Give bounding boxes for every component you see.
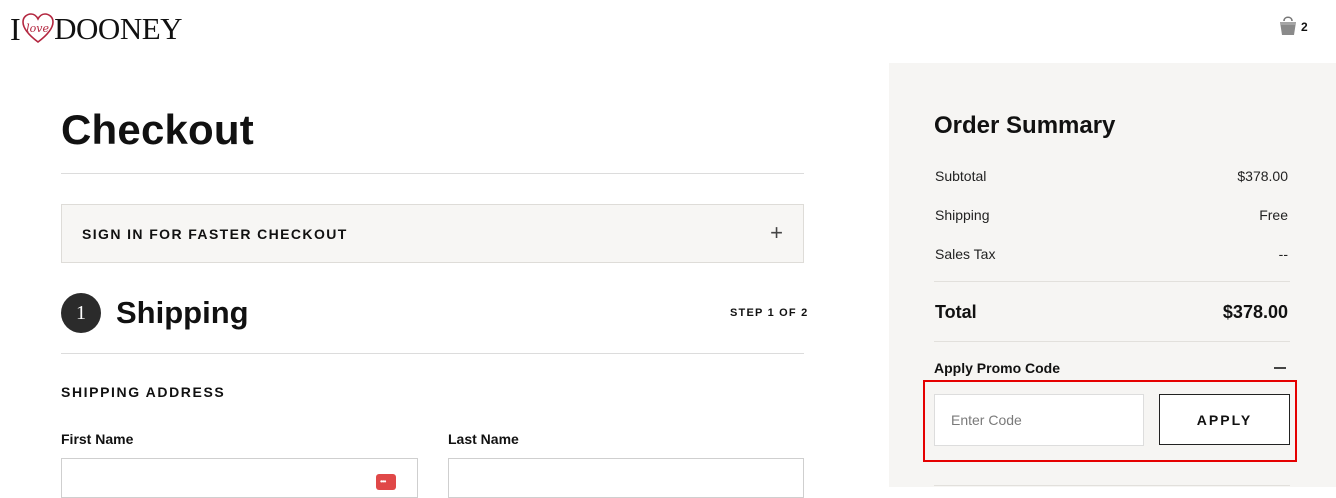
- shipping-divider: [61, 353, 804, 354]
- logo-wordmark: DOONEY: [54, 11, 183, 46]
- heart-icon: love: [21, 12, 55, 46]
- promo-code-input[interactable]: [934, 394, 1144, 446]
- sales-tax-label: Sales Tax: [935, 246, 996, 262]
- autofill-contact-icon[interactable]: •••: [376, 474, 396, 490]
- last-name-field[interactable]: [448, 458, 804, 498]
- subtotal-label: Subtotal: [935, 168, 987, 184]
- logo-heart-text: love: [26, 22, 50, 35]
- shipping-cost-label: Shipping: [935, 207, 990, 223]
- signin-accordion[interactable]: SIGN IN FOR FASTER CHECKOUT +: [61, 204, 804, 263]
- shipping-cost-value: Free: [1259, 207, 1288, 223]
- step-indicator: STEP 1 OF 2: [730, 307, 809, 319]
- brand-logo[interactable]: I love DOONEY: [10, 10, 183, 47]
- shipping-address-heading: SHIPPING ADDRESS: [61, 384, 226, 400]
- promo-divider: [934, 485, 1290, 486]
- shipping-section-title: Shipping: [116, 295, 249, 330]
- title-divider: [61, 173, 804, 174]
- total-label: Total: [935, 302, 977, 322]
- minus-icon[interactable]: [1274, 367, 1286, 369]
- signin-accordion-label: SIGN IN FOR FASTER CHECKOUT: [82, 226, 348, 242]
- page-title: Checkout: [61, 106, 254, 153]
- first-name-field[interactable]: [61, 458, 418, 498]
- plus-icon[interactable]: +: [770, 222, 783, 244]
- total-value: $378.00: [1222, 302, 1288, 322]
- apply-promo-button[interactable]: APPLY: [1159, 394, 1290, 445]
- total-divider: [934, 341, 1290, 342]
- logo-prefix: I: [10, 10, 21, 47]
- step-number-badge: 1: [61, 293, 101, 333]
- summary-divider: [934, 281, 1290, 282]
- shopping-bag-icon: [1278, 14, 1298, 41]
- promo-code-toggle[interactable]: Apply Promo Code: [934, 360, 1060, 376]
- cart-button[interactable]: 2: [1278, 14, 1308, 41]
- cart-count-badge: 2: [1301, 19, 1308, 34]
- first-name-label: First Name: [61, 431, 134, 447]
- order-summary-title: Order Summary: [934, 112, 1116, 139]
- sales-tax-value: --: [1278, 246, 1288, 262]
- subtotal-value: $378.00: [1237, 168, 1288, 184]
- last-name-label: Last Name: [448, 431, 519, 447]
